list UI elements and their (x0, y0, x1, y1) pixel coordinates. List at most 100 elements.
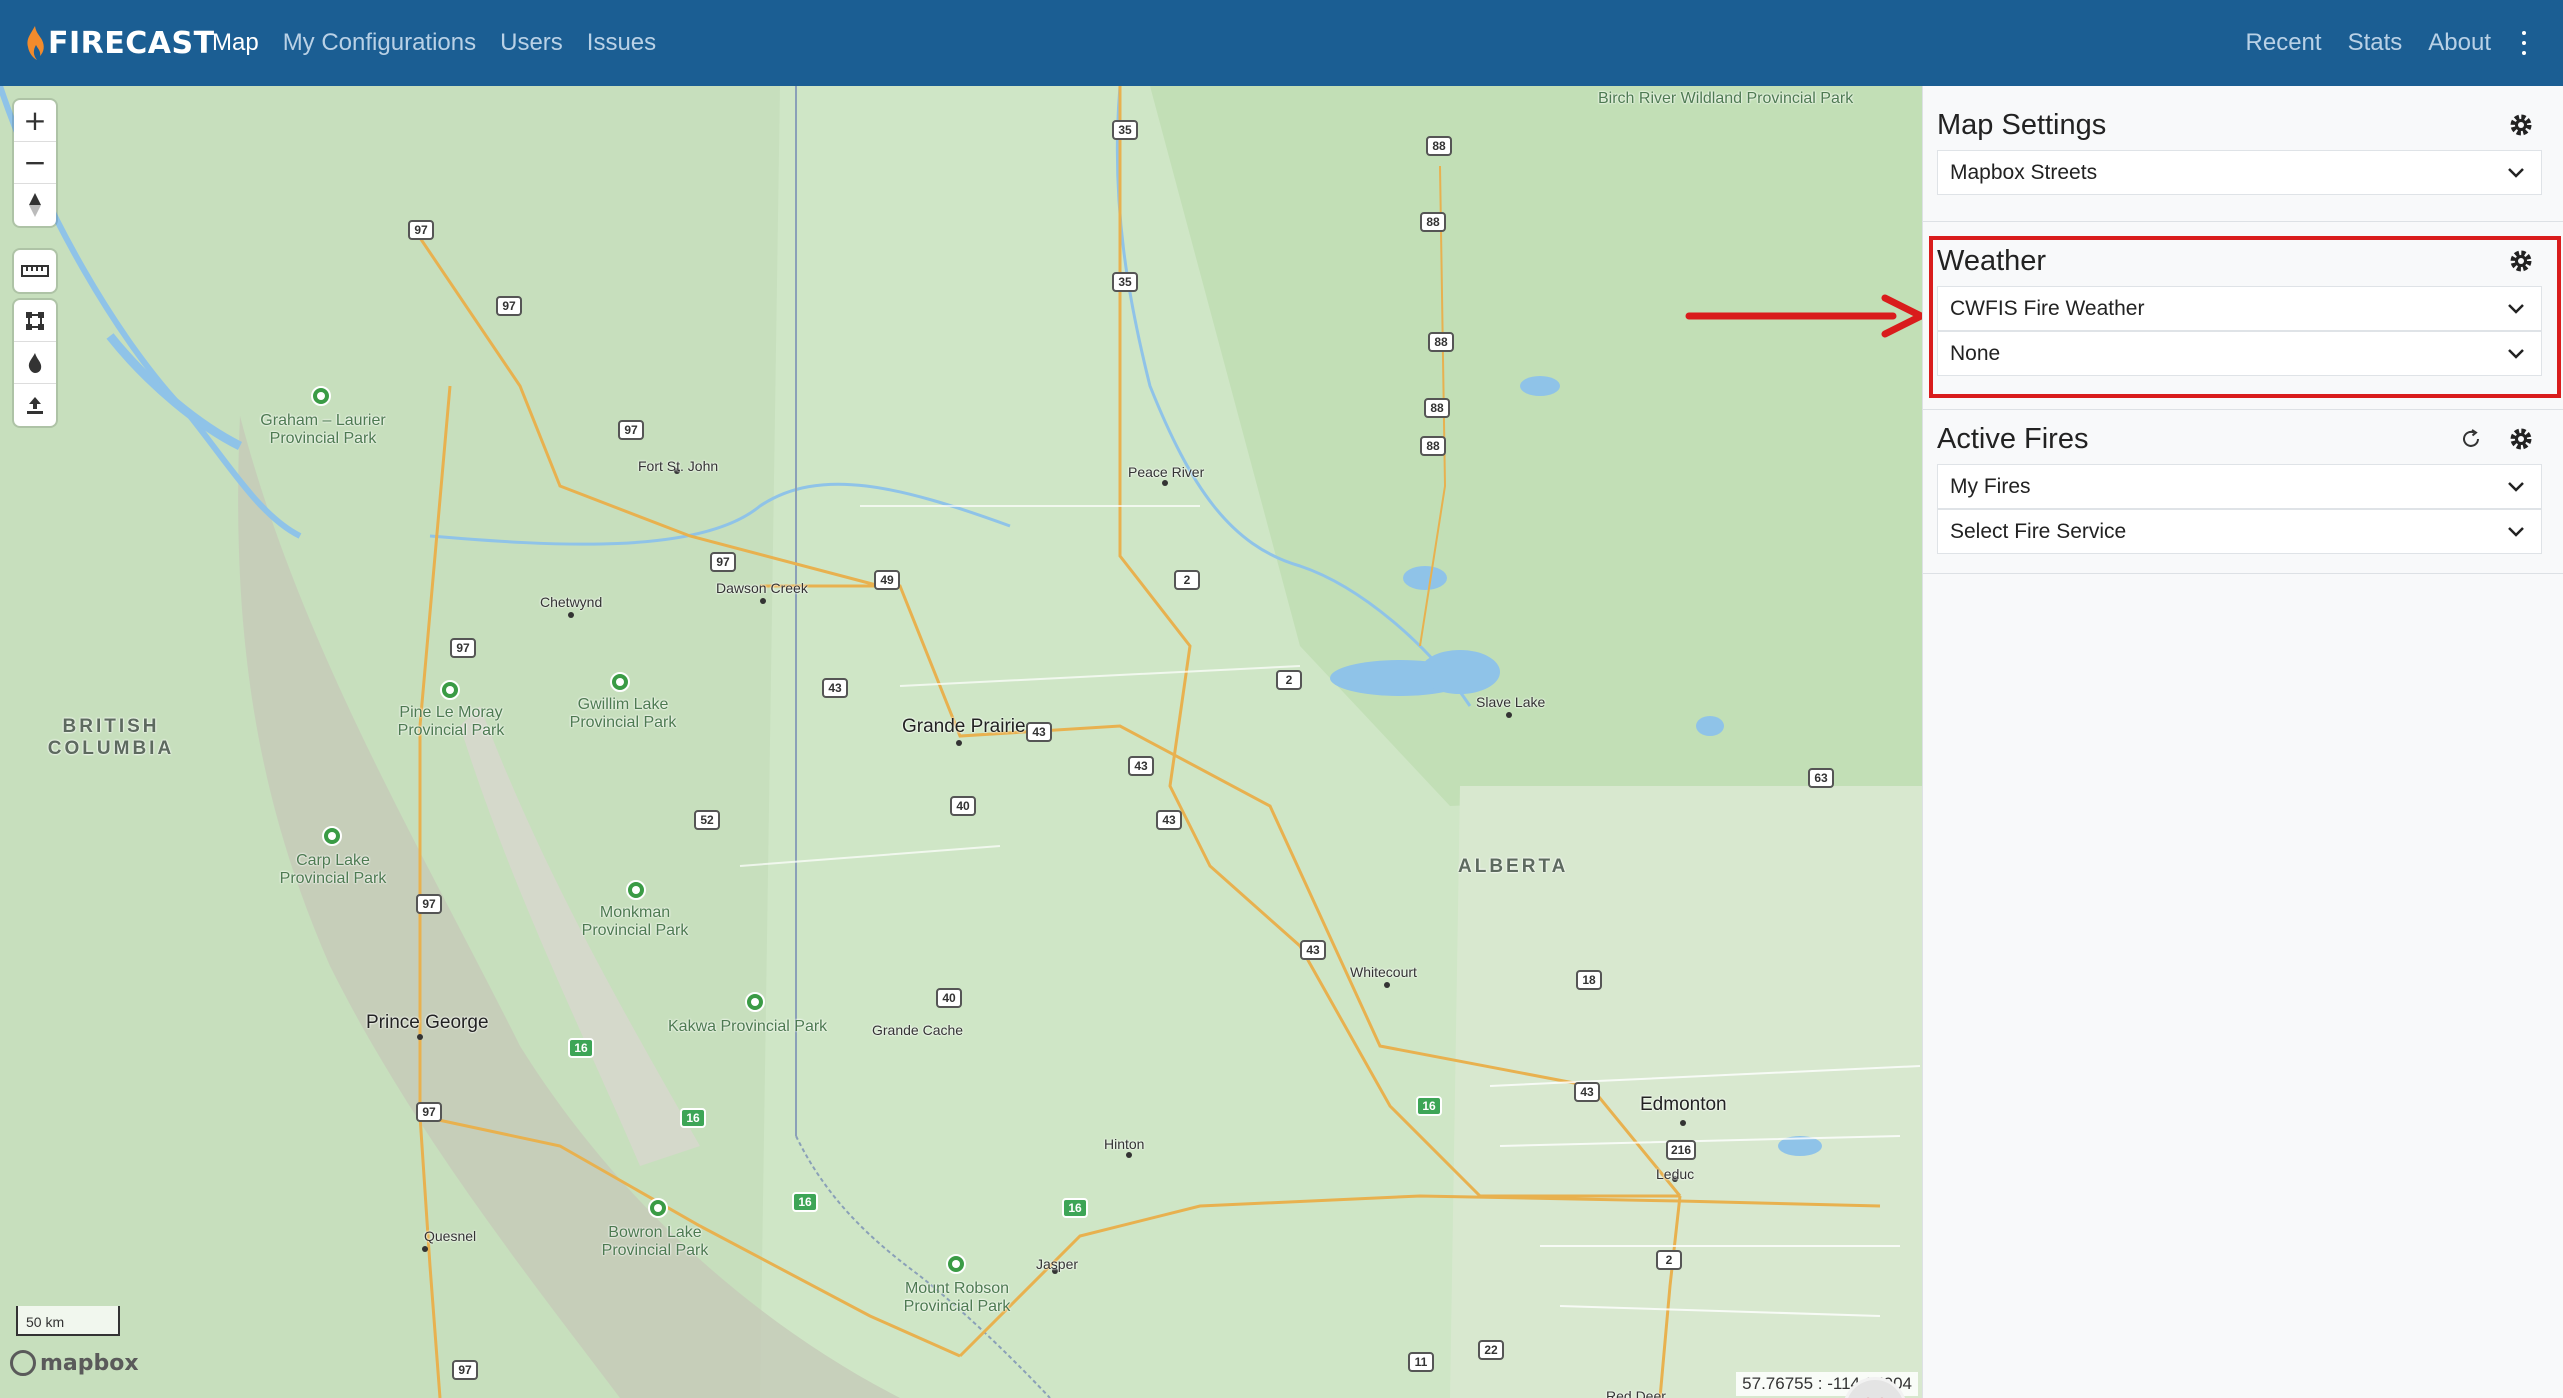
map-label: Whitecourt (1350, 964, 1417, 980)
more-menu-icon[interactable] (2517, 31, 2531, 55)
highway-shield: 2 (1174, 570, 1200, 590)
park-marker-icon[interactable] (626, 880, 646, 900)
gear-icon[interactable] (2508, 112, 2534, 138)
chevron-down-icon (2508, 481, 2524, 492)
highway-shield: 97 (452, 1360, 478, 1380)
compass-icon[interactable] (14, 184, 56, 226)
highway-shield: 63 (1808, 768, 1834, 788)
chevron-down-icon (2508, 526, 2524, 537)
chevron-down-icon (2508, 303, 2524, 314)
nav-about[interactable]: About (2428, 29, 2491, 57)
park-marker-icon[interactable] (311, 386, 331, 406)
map-label: Grande Cache (872, 1022, 964, 1038)
park-marker-icon[interactable] (648, 1198, 668, 1218)
map-label: Quesnel (424, 1228, 477, 1244)
park-marker-icon[interactable] (745, 992, 765, 1012)
flame-icon (27, 26, 44, 60)
city-dot (422, 1246, 428, 1252)
ruler-icon[interactable] (14, 250, 56, 292)
highway-shield: 97 (710, 552, 736, 572)
highway-shield: 97 (618, 420, 644, 440)
fire-icon[interactable] (14, 342, 56, 384)
main-nav: Map My Configurations Users Issues (212, 0, 656, 86)
map-label: Chetwynd (540, 594, 603, 610)
map-settings-section: Map Settings Mapbox Streets (1923, 100, 2563, 222)
city-dot (1680, 1120, 1686, 1126)
map-label: Kakwa Provincial Park (668, 1018, 828, 1035)
park-marker-icon[interactable] (440, 680, 460, 700)
basemap-value: Mapbox Streets (1950, 160, 2098, 184)
fire-service-select[interactable]: Select Fire Service (1937, 509, 2542, 554)
sidebar: Map Settings Mapbox Streets Weather CWFI… (1922, 86, 2563, 1398)
chevron-down-icon (2508, 167, 2524, 178)
weather-title: Weather (1937, 244, 2047, 277)
map-label: Carp Lake Provincial Park (279, 852, 387, 888)
brand-logo[interactable]: FIRECAST (24, 20, 215, 66)
zoom-controls: + − (14, 100, 56, 226)
map-label: Birch River Wildland Provincial Park (1598, 90, 1854, 107)
weather-layer-value: CWFIS Fire Weather (1950, 296, 2145, 320)
park-marker-icon[interactable] (946, 1254, 966, 1274)
highway-shield: 88 (1424, 398, 1450, 418)
map-canvas[interactable]: Birch River Wildland Provincial Park Gra… (0, 86, 1922, 1398)
upload-icon[interactable] (14, 384, 56, 426)
highway-shield: 16 (1062, 1198, 1088, 1218)
map-label: BRITISH COLUMBIA (47, 716, 175, 759)
weather-layer-select[interactable]: CWFIS Fire Weather (1937, 286, 2542, 331)
map-label: Grande Prairie (902, 716, 1026, 737)
heart-icon (1867, 1397, 1883, 1398)
highway-shield: 22 (1478, 1340, 1504, 1360)
map-settings-title: Map Settings (1937, 108, 2107, 141)
city-dot (760, 598, 766, 604)
nav-stats[interactable]: Stats (2348, 29, 2403, 57)
mapbox-logo[interactable]: mapbox (10, 1350, 139, 1376)
nav-map[interactable]: Map (212, 29, 259, 57)
map-label: ALBERTA (1458, 856, 1569, 877)
active-fires-section: Active Fires My Fires Select Fire Servic… (1923, 414, 2563, 574)
gear-icon[interactable] (2508, 426, 2534, 452)
highway-shield: 97 (450, 638, 476, 658)
map-label: Bowron Lake Provincial Park (601, 1224, 709, 1260)
mapbox-icon (10, 1350, 36, 1376)
city-dot (1126, 1152, 1132, 1158)
highway-shield: 16 (1416, 1096, 1442, 1116)
mapbox-wordmark: mapbox (40, 1350, 139, 1376)
top-navbar: FIRECAST Map My Configurations Users Iss… (0, 0, 2563, 86)
refresh-icon[interactable] (2460, 428, 2482, 450)
nav-issues[interactable]: Issues (587, 29, 656, 57)
map-label: Slave Lake (1476, 694, 1546, 710)
app: { "brand": { "name": "FIRECAST" }, "nav"… (0, 0, 2563, 1398)
zoom-in-icon[interactable]: + (14, 100, 56, 142)
nav-recent[interactable]: Recent (2246, 29, 2322, 57)
chevron-down-icon (2508, 348, 2524, 359)
scale-bar: 50 km (16, 1306, 120, 1336)
map-label: Red Deer (1606, 1388, 1666, 1398)
fire-source-value: My Fires (1950, 474, 2031, 498)
basemap-select[interactable]: Mapbox Streets (1937, 150, 2542, 195)
city-dot (956, 740, 962, 746)
nav-my-configurations[interactable]: My Configurations (283, 29, 476, 57)
park-marker-icon[interactable] (322, 826, 342, 846)
zoom-out-icon[interactable]: − (14, 142, 56, 184)
highway-shield: 43 (822, 678, 848, 698)
city-dot (1506, 712, 1512, 718)
polygon-icon[interactable] (14, 300, 56, 342)
draw-controls (14, 300, 56, 426)
nav-users[interactable]: Users (500, 29, 563, 57)
highway-shield: 97 (496, 296, 522, 316)
city-dot (1384, 982, 1390, 988)
highway-shield: 16 (792, 1192, 818, 1212)
map-label: Edmonton (1640, 1094, 1727, 1115)
gear-icon[interactable] (2508, 248, 2534, 274)
measure-control (14, 250, 56, 292)
highway-shield: 88 (1428, 332, 1454, 352)
highway-shield: 18 (1576, 970, 1602, 990)
map-label: Peace River (1128, 464, 1205, 480)
highway-shield: 43 (1574, 1082, 1600, 1102)
active-fires-header: Active Fires (1937, 414, 2550, 464)
park-marker-icon[interactable] (610, 672, 630, 692)
highway-shield: 97 (408, 220, 434, 240)
weather-sublayer-select[interactable]: None (1937, 331, 2542, 376)
map-label: Prince George (366, 1012, 489, 1033)
fire-source-select[interactable]: My Fires (1937, 464, 2542, 509)
